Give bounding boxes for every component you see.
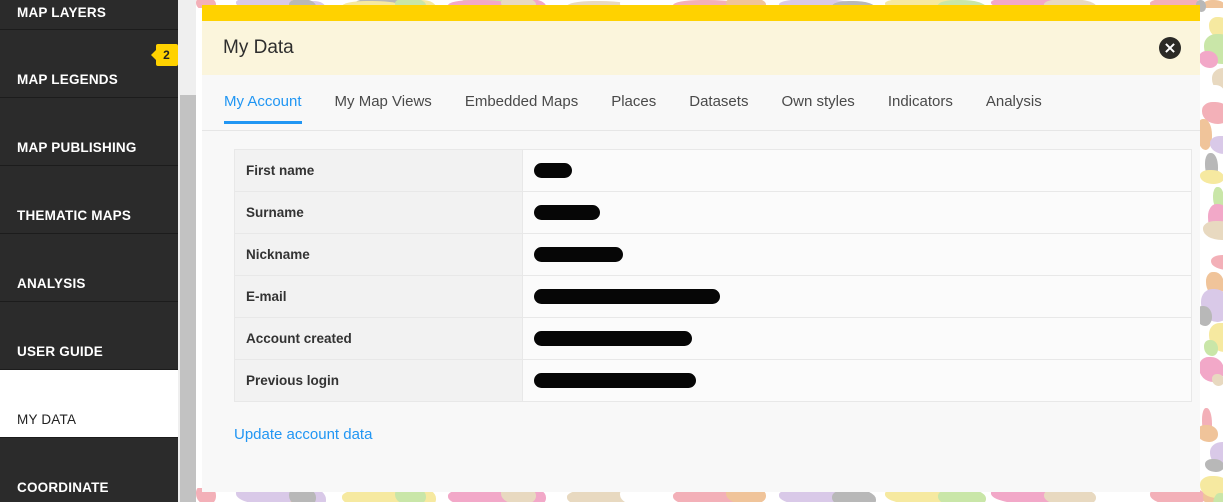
tab-my-account[interactable]: My Account bbox=[224, 89, 302, 124]
update-account-data-link[interactable]: Update account data bbox=[234, 426, 372, 443]
sidebar-item-coordinate[interactable]: COORDINATE bbox=[0, 438, 178, 502]
redaction-bar bbox=[534, 204, 600, 220]
map-feature bbox=[1205, 459, 1223, 472]
sidebar-scrollbar[interactable] bbox=[178, 0, 196, 502]
field-value bbox=[522, 149, 1192, 192]
sidebar-item-my-data[interactable]: MY DATA bbox=[0, 370, 178, 438]
sidebar-item-label: THEMATIC MAPS bbox=[17, 208, 132, 223]
map-tiles-right bbox=[1196, 0, 1223, 502]
redaction-bar bbox=[534, 330, 692, 346]
map-feature bbox=[1207, 391, 1223, 412]
tab-places[interactable]: Places bbox=[611, 89, 656, 123]
sidebar-item-map-legends[interactable]: MAP LEGENDS 2 bbox=[0, 30, 178, 98]
field-label: E-mail bbox=[234, 275, 523, 318]
field-value bbox=[522, 233, 1192, 276]
table-row: E-mail bbox=[234, 275, 1192, 318]
tab-own-styles[interactable]: Own styles bbox=[781, 89, 854, 123]
scrollbar-thumb[interactable] bbox=[180, 95, 196, 502]
field-value bbox=[522, 275, 1192, 318]
table-row: Previous login bbox=[234, 359, 1192, 402]
dialog-header: My Data bbox=[202, 21, 1200, 75]
my-data-dialog: My Data My Account My Map Views Embedded M… bbox=[202, 5, 1200, 492]
sidebar-item-label: MY DATA bbox=[17, 412, 77, 427]
account-details-table: First name Surname Nickname E-mail Account c… bbox=[234, 149, 1192, 402]
sidebar-item-badge: 2 bbox=[151, 44, 178, 66]
map-feature bbox=[1199, 51, 1218, 68]
dialog-accent-bar bbox=[202, 5, 1200, 21]
sidebar-item-map-layers[interactable]: MAP LAYERS bbox=[0, 0, 178, 30]
table-row: Account created bbox=[234, 317, 1192, 360]
close-icon[interactable] bbox=[1159, 37, 1181, 59]
tab-indicators[interactable]: Indicators bbox=[888, 89, 953, 123]
page-title: My Data bbox=[223, 37, 294, 58]
map-feature bbox=[1212, 374, 1223, 386]
field-label: Surname bbox=[234, 191, 523, 234]
map-feature bbox=[1211, 255, 1223, 270]
table-row: First name bbox=[234, 149, 1192, 192]
map-feature bbox=[1210, 136, 1223, 154]
sidebar-item-label: USER GUIDE bbox=[17, 344, 104, 359]
table-row: Nickname bbox=[234, 233, 1192, 276]
field-label: First name bbox=[234, 149, 523, 192]
sidebar-item-thematic-maps[interactable]: THEMATIC MAPS bbox=[0, 166, 178, 234]
tab-bar[interactable]: My Account My Map Views Embedded Maps Place… bbox=[202, 75, 1200, 131]
field-label: Account created bbox=[234, 317, 523, 360]
map-feature bbox=[1200, 170, 1223, 184]
redaction-bar bbox=[534, 246, 623, 262]
sidebar-item-user-guide[interactable]: USER GUIDE bbox=[0, 302, 178, 370]
sidebar-item-label: MAP LEGENDS bbox=[17, 72, 118, 87]
map-feature bbox=[1197, 425, 1218, 442]
sidebar-item-label: MAP PUBLISHING bbox=[17, 140, 137, 155]
redaction-bar bbox=[534, 288, 720, 304]
map-feature bbox=[1204, 340, 1218, 356]
sidebar-item-map-publishing[interactable]: MAP PUBLISHING bbox=[0, 98, 178, 166]
tab-datasets[interactable]: Datasets bbox=[689, 89, 748, 123]
tab-analysis[interactable]: Analysis bbox=[986, 89, 1042, 123]
main-sidebar[interactable]: MAP LAYERS MAP LEGENDS 2 MAP PUBLISHING THEM… bbox=[0, 0, 178, 502]
field-value bbox=[522, 191, 1192, 234]
field-value bbox=[522, 317, 1192, 360]
field-label: Previous login bbox=[234, 359, 523, 402]
tab-my-map-views[interactable]: My Map Views bbox=[335, 89, 432, 123]
sidebar-item-analysis[interactable]: ANALYSIS bbox=[0, 234, 178, 302]
sidebar-item-label: MAP LAYERS bbox=[17, 5, 107, 20]
field-label: Nickname bbox=[234, 233, 523, 276]
sidebar-item-label: COORDINATE bbox=[17, 480, 109, 495]
map-feature bbox=[1207, 85, 1223, 98]
redaction-bar bbox=[534, 162, 572, 178]
tab-embedded-maps[interactable]: Embedded Maps bbox=[465, 89, 578, 123]
table-row: Surname bbox=[234, 191, 1192, 234]
redaction-bar bbox=[534, 372, 696, 388]
field-value bbox=[522, 359, 1192, 402]
sidebar-item-label: ANALYSIS bbox=[17, 276, 86, 291]
